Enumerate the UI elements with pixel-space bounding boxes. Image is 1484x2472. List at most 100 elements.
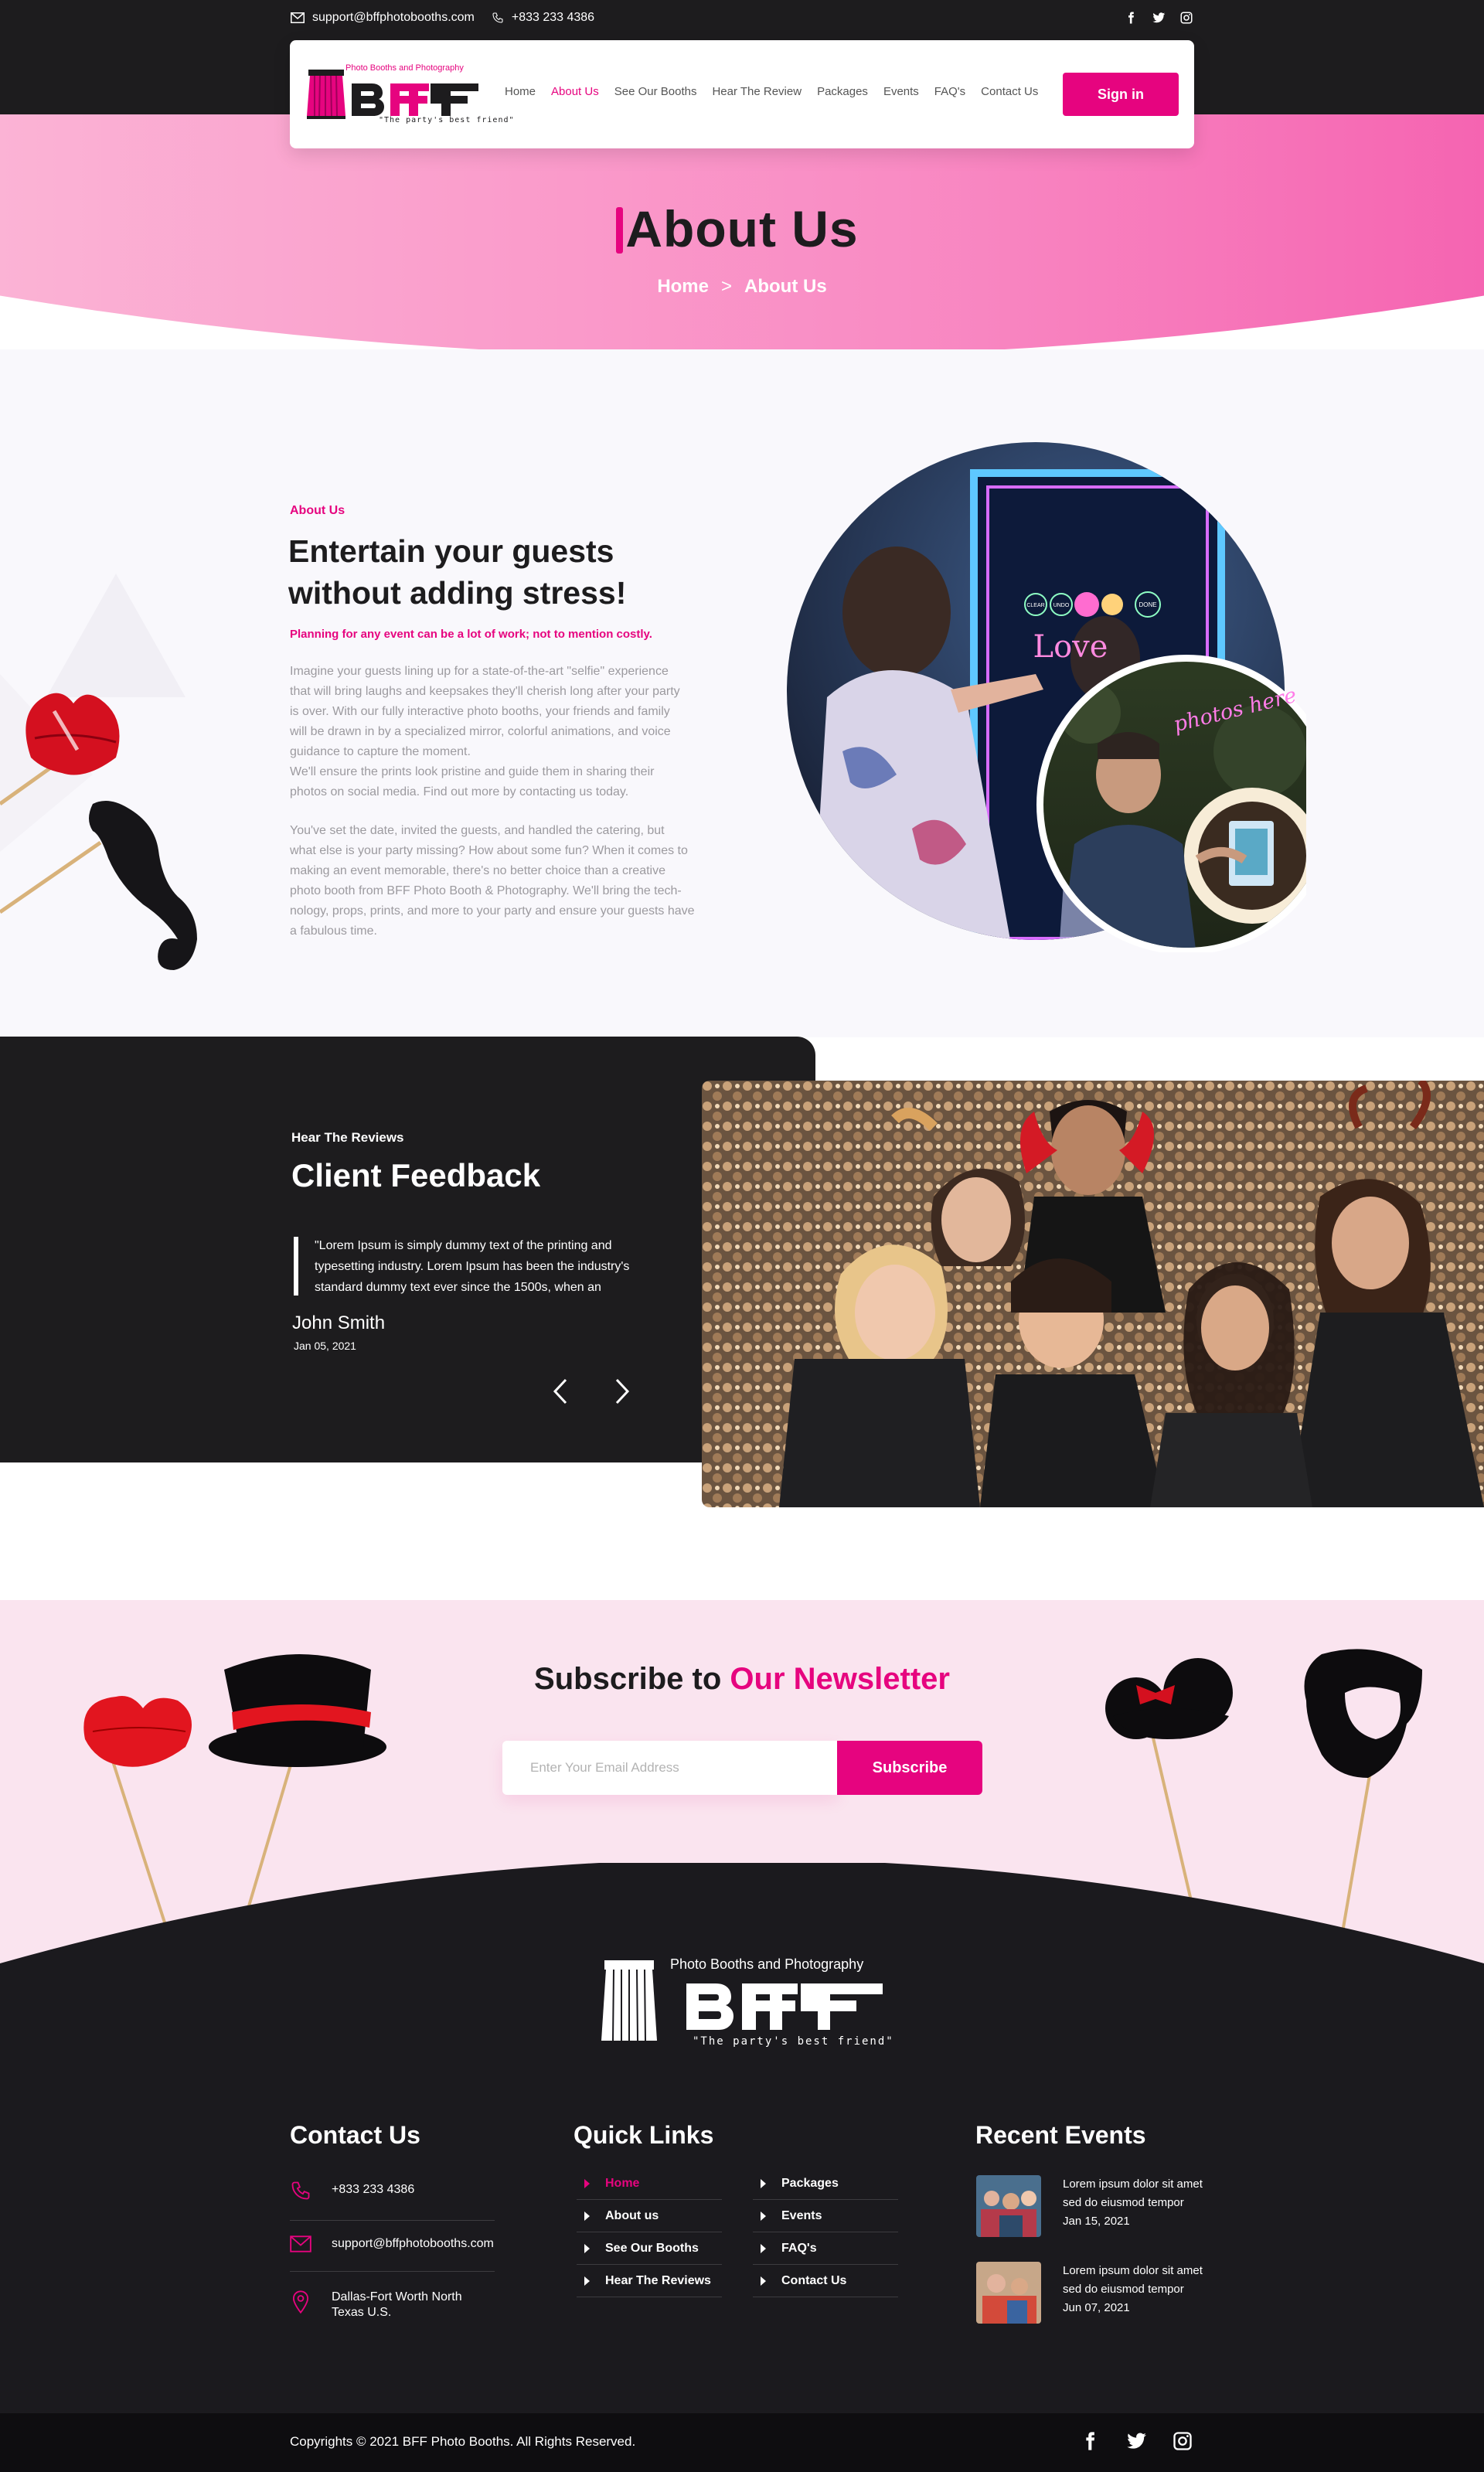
about-p2-line: a fabulous time. [290,924,377,938]
footer-link-label: Hear The Reviews [605,2273,711,2287]
caret-right-icon [584,2243,590,2253]
testimonial-line: "Lorem Ipsum is simply dummy text of the… [315,1239,612,1252]
footer-link-label: Contact Us [781,2273,847,2287]
about-p1-line: guidance to capture the moment. [290,745,471,758]
twitter-icon[interactable] [1125,2430,1147,2452]
top-email-text: support@bffphotobooths.com [312,11,475,24]
nav-hear-the-review[interactable]: Hear The Review [712,85,802,98]
footer-link-faqs[interactable]: FAQ's [753,2232,898,2265]
about-p1-line: will be drawn in by a specialized mirror… [290,725,671,738]
about-p2-line: You've set the date, invited the guests,… [290,824,665,837]
sign-in-button[interactable]: Sign in [1063,73,1179,116]
testimonial-quote: "Lorem Ipsum is simply dummy text of the… [315,1235,670,1298]
lips-prop [26,693,120,775]
quote-accent-bar [294,1237,298,1296]
footer-link-events[interactable]: Events [753,2200,898,2232]
about-paragraph-1: Imagine your guests lining up for a stat… [290,662,723,802]
footer-phone: +833 233 4386 [332,2183,415,2196]
copyright-text: Copyrights © 2021 BFF Photo Booths. All … [290,2434,636,2449]
nav-contact-us[interactable]: Contact Us [981,85,1038,98]
footer-email-row[interactable]: support@bffphotobooths.com [290,2235,495,2272]
footer-logo-tagline: Photo Booths and Photography [670,1956,864,1972]
footer-link-booths[interactable]: See Our Booths [577,2232,722,2265]
nav-packages[interactable]: Packages [817,85,868,98]
moustache-prop [89,801,197,970]
primary-nav: Home About Us See Our Booths Hear The Re… [505,85,1038,98]
breadcrumb-home[interactable]: Home [657,276,709,297]
facebook-icon[interactable] [1079,2430,1101,2452]
event-text: sed do eiusmod tempor [1063,2196,1184,2209]
mirror-clear-label: CLEAR [1026,603,1044,608]
recent-event-item[interactable]: Lorem ipsum dolor sit amet sed do eiusmo… [976,2175,1210,2237]
footer-address-row: Dallas-Fort Worth North Texas U.S. [290,2290,495,2339]
caret-right-icon [761,2178,766,2188]
party-group-photo [702,1081,1484,1507]
footer-bottom-bar [0,2413,1484,2472]
testimonial-next-button[interactable] [607,1376,638,1407]
footer-address: Dallas-Fort Worth North Texas U.S. [332,2290,462,2320]
nav-see-our-booths[interactable]: See Our Booths [614,85,697,98]
recent-event-item[interactable]: Lorem ipsum dolor sit amet sed do eiusmo… [976,2262,1210,2324]
nav-faqs[interactable]: FAQ's [934,85,965,98]
event-date: Jan 15, 2021 [1063,2215,1130,2228]
phone-icon [492,12,503,23]
caret-right-icon [584,2211,590,2221]
event-date: Jun 07, 2021 [1063,2301,1130,2314]
nav-events[interactable]: Events [883,85,919,98]
testimonial-line: standard dummy text ever since the 1500s… [315,1281,601,1294]
twitter-icon[interactable] [1152,11,1166,25]
map-pin-icon [292,2290,309,2314]
top-phone-link[interactable]: +833 233 4386 [492,11,594,25]
instagram-icon[interactable] [1172,2430,1193,2452]
envelope-icon [291,12,305,23]
mirror-love-text: Love [1033,629,1108,665]
footer-link-contact[interactable]: Contact Us [753,2265,898,2297]
top-email-link[interactable]: support@bffphotobooths.com [291,11,475,25]
about-p2-line: what else is your party missing? How abo… [290,844,688,857]
chevron-right-icon [615,1378,630,1405]
event-text: Lorem ipsum dolor sit amet [1063,2264,1203,2277]
subscribe-button[interactable]: Subscribe [837,1741,982,1795]
about-p1-line: We'll ensure the prints look pristine an… [290,765,655,778]
footer-link-label: See Our Booths [605,2241,699,2255]
nav-home[interactable]: Home [505,85,536,98]
instagram-icon[interactable] [1179,11,1193,25]
about-heading: Entertain your guests without adding str… [288,530,690,614]
footer-link-about[interactable]: About us [577,2200,722,2232]
top-contact: support@bffphotobooths.com +833 233 4386 [291,11,594,25]
mirror-color-dot [1074,592,1099,617]
about-p1-line: is over. With our fully interactive phot… [290,705,670,718]
about-section: About Us Entertain your guests without a… [0,349,1484,1037]
mirror-done-label: DONE [1139,601,1156,608]
facebook-icon[interactable] [1124,11,1138,25]
footer-events-title: Recent Events [975,2121,1146,2149]
footer-link-label: FAQ's [781,2241,817,2255]
footer-phone-row[interactable]: +833 233 4386 [290,2180,495,2221]
about-p1-line: that will bring laughs and keepsakes the… [290,685,680,698]
caret-right-icon [761,2243,766,2253]
caret-right-icon [761,2276,766,2286]
testimonial-line: typesetting industry. Lorem Ipsum has be… [315,1260,630,1273]
envelope-icon [290,2235,311,2252]
about-p1-line: Imagine your guests lining up for a stat… [290,665,669,678]
top-social [1124,11,1193,25]
footer-contact-title: Contact Us [290,2121,420,2149]
lips-prop [83,1696,192,1767]
newsletter-title: Subscribe to Our Newsletter [0,1662,1484,1697]
about-paragraph-2: You've set the date, invited the guests,… [290,821,723,941]
about-subheading: Planning for any event can be a lot of w… [290,628,652,641]
newsletter-email-input[interactable] [502,1741,838,1795]
breadcrumb-separator: > [721,276,733,297]
testimonial-prev-button[interactable] [545,1376,576,1407]
footer-link-packages[interactable]: Packages [753,2167,898,2200]
address-line: Dallas-Fort Worth North [332,2290,462,2303]
about-photo-collage: CLEAR UNDO DONE Love photos here [787,442,1306,952]
chevron-left-icon [553,1378,567,1405]
footer-link-home[interactable]: Home [577,2167,722,2200]
footer-background [0,1863,1484,2472]
nav-about-us[interactable]: About Us [551,85,599,98]
footer-link-reviews[interactable]: Hear The Reviews [577,2265,722,2297]
newsletter-title-highlight: Our Newsletter [730,1662,950,1696]
about-heading-line1: Entertain your guests [288,533,614,569]
about-p2-line: nology, props, prints, and more to your … [290,904,695,918]
